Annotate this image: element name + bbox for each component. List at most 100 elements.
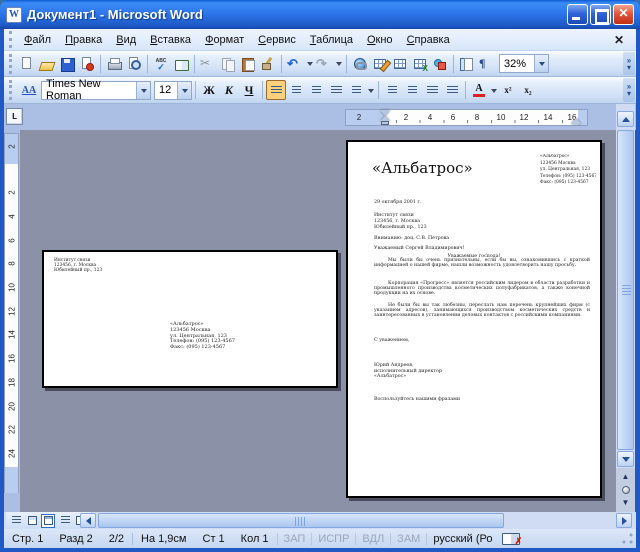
right-indent-marker[interactable] xyxy=(571,113,581,124)
minimize-button[interactable] xyxy=(567,4,588,25)
redo-button[interactable] xyxy=(314,54,334,74)
vertical-ruler[interactable]: 2 2 4 6 8 10 12 14 16 18 20 22 24 xyxy=(4,133,19,493)
status-toggle-track-changes[interactable]: ИСПР xyxy=(311,532,355,545)
align-center-button[interactable] xyxy=(286,80,306,100)
scroll-down-button[interactable] xyxy=(617,451,634,467)
format-painter-button[interactable] xyxy=(258,54,278,74)
undo-button[interactable] xyxy=(285,54,305,74)
superscript-button[interactable]: х² xyxy=(498,80,518,100)
scroll-left-button[interactable] xyxy=(80,513,96,528)
status-toggle-record[interactable]: ЗАП xyxy=(276,532,312,545)
select-browse-object-button[interactable] xyxy=(621,485,630,494)
vertical-scrollbar[interactable]: ▲ ▼ xyxy=(616,104,635,512)
insert-hyperlink-button[interactable] xyxy=(350,54,370,74)
font-name-combo[interactable]: Times New Roman xyxy=(41,78,151,102)
title-bar[interactable]: W Документ1 - Microsoft Word xyxy=(0,0,640,29)
styles-formatting-button[interactable]: АА xyxy=(17,80,41,100)
menu-help[interactable]: Справка xyxy=(400,32,457,48)
italic-button[interactable]: К xyxy=(219,80,239,100)
resize-grip[interactable] xyxy=(621,532,634,545)
document-map-button[interactable] xyxy=(457,54,477,74)
line-spacing-dropdown[interactable] xyxy=(366,80,375,100)
increase-indent-button[interactable] xyxy=(442,80,462,100)
underline-button[interactable]: Ч xyxy=(239,80,259,100)
menu-view[interactable]: Вид xyxy=(109,32,143,48)
status-language[interactable]: русский (Ро xyxy=(426,532,496,545)
research-button[interactable] xyxy=(171,54,191,74)
drawing-button[interactable] xyxy=(430,54,450,74)
toolbar-drag-handle[interactable] xyxy=(9,79,14,101)
size-dropdown-icon[interactable] xyxy=(177,81,191,99)
menu-drag-handle[interactable] xyxy=(9,31,14,48)
envelope-page[interactable]: Институт связи 123456, г. Москва Юбилейн… xyxy=(42,250,338,388)
numbered-list-button[interactable] xyxy=(382,80,402,100)
previous-page-button[interactable]: ▲ xyxy=(622,472,630,481)
zoom-combo[interactable]: 32% xyxy=(499,54,549,73)
toolbar-drag-handle[interactable] xyxy=(9,53,14,74)
open-button[interactable] xyxy=(37,54,57,74)
menu-edit[interactable]: Правка xyxy=(58,32,109,48)
align-left-button[interactable] xyxy=(266,80,286,100)
close-document-icon[interactable]: ✕ xyxy=(610,33,628,47)
bold-button[interactable]: Ж xyxy=(199,80,219,100)
spelling-button[interactable]: ABC xyxy=(151,54,171,74)
cut-button[interactable] xyxy=(198,54,218,74)
status-toggle-overtype[interactable]: ЗАМ xyxy=(390,532,426,545)
left-indent-marker[interactable] xyxy=(381,121,389,125)
print-button[interactable] xyxy=(104,54,124,74)
font-dropdown-icon[interactable] xyxy=(136,81,150,99)
horizontal-ruler[interactable]: 2 2 4 6 8 10 12 14 16 xyxy=(345,109,588,126)
tables-and-borders-button[interactable] xyxy=(370,54,390,74)
menu-tools[interactable]: Сервис xyxy=(251,32,303,48)
spelling-status-icon[interactable] xyxy=(502,532,522,547)
horizontal-scroll-thumb[interactable] xyxy=(98,513,504,528)
tab-selector-button[interactable]: L xyxy=(6,108,23,125)
paste-button[interactable] xyxy=(238,54,258,74)
print-preview-button[interactable] xyxy=(124,54,144,74)
letter-attention-line: Вниманию: доц. С.В. Петрова xyxy=(374,236,450,241)
undo-dropdown[interactable] xyxy=(305,54,314,74)
menu-table[interactable]: Таблица xyxy=(303,32,360,48)
subscript-button[interactable]: х₂ xyxy=(518,80,538,100)
ruler-bottom-margin xyxy=(5,467,18,493)
outline-view-button[interactable] xyxy=(57,514,71,528)
web-layout-view-button[interactable] xyxy=(25,514,39,528)
insert-table-button[interactable] xyxy=(390,54,410,74)
font-color-button[interactable]: А xyxy=(469,80,489,100)
insert-excel-button[interactable] xyxy=(410,54,430,74)
normal-view-button[interactable] xyxy=(9,514,23,528)
permission-button[interactable] xyxy=(77,54,97,74)
letter-page[interactable]: «Альбатрос» «Альбатрос» 123456 Москва ул… xyxy=(346,140,602,498)
document-area[interactable]: Институт связи 123456, г. Москва Юбилейн… xyxy=(20,130,616,512)
close-button[interactable] xyxy=(613,4,634,25)
font-color-dropdown[interactable] xyxy=(489,80,498,100)
status-toggle-extend[interactable]: ВДЛ xyxy=(355,532,390,545)
font-size-combo[interactable]: 12 xyxy=(154,80,192,100)
justify-button[interactable] xyxy=(326,80,346,100)
toolbar-options-button[interactable] xyxy=(623,78,635,102)
toolbar-options-button[interactable] xyxy=(623,52,635,75)
line-spacing-button[interactable] xyxy=(346,80,366,100)
show-hide-button[interactable]: ¶ xyxy=(477,54,497,74)
maximize-button[interactable] xyxy=(590,4,611,25)
save-button[interactable] xyxy=(57,54,77,74)
next-page-button[interactable]: ▼ xyxy=(622,499,630,507)
toolbar-separator xyxy=(262,81,263,99)
menu-format[interactable]: Формат xyxy=(198,32,251,48)
print-layout-view-button[interactable] xyxy=(41,513,55,528)
scroll-up-button[interactable] xyxy=(617,111,634,127)
menu-file[interactable]: Файл xyxy=(17,32,58,48)
bullet-list-button[interactable] xyxy=(402,80,422,100)
menu-window[interactable]: Окно xyxy=(360,32,400,48)
hanging-indent-marker[interactable] xyxy=(380,111,390,121)
decrease-indent-button[interactable] xyxy=(422,80,442,100)
scroll-right-button[interactable] xyxy=(616,513,632,528)
vertical-scroll-thumb[interactable] xyxy=(617,130,634,450)
zoom-dropdown-icon[interactable] xyxy=(534,55,548,72)
align-right-button[interactable] xyxy=(306,80,326,100)
new-document-button[interactable] xyxy=(17,54,37,74)
superscript-icon: х² xyxy=(504,85,512,95)
copy-button[interactable] xyxy=(218,54,238,74)
redo-dropdown[interactable] xyxy=(334,54,343,74)
menu-insert[interactable]: Вставка xyxy=(143,32,198,48)
